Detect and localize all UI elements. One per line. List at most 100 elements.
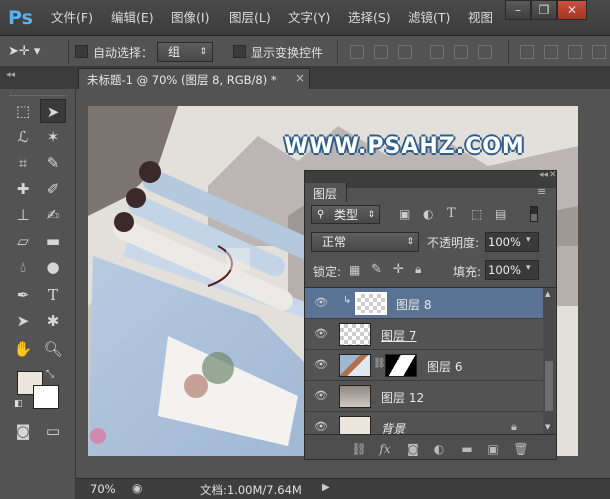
menu-file[interactable]: 文件(F) xyxy=(51,9,93,27)
restore-button[interactable]: ❐ xyxy=(531,0,557,20)
layer-name[interactable]: 图层 8 xyxy=(396,296,431,313)
healing-brush-icon[interactable]: ✚ xyxy=(10,177,36,201)
distribute-vcenter-icon[interactable] xyxy=(544,45,558,59)
link-layers-icon[interactable]: ⛓︎ xyxy=(351,442,367,456)
new-layer-icon[interactable]: ▣ xyxy=(485,442,501,456)
filter-smartobject-icon[interactable]: ▤ xyxy=(495,207,506,221)
close-panel-icon[interactable]: ✕ xyxy=(549,170,557,180)
layer-filter-dropdown[interactable]: ⚲ 类型 ⇕ xyxy=(311,205,380,224)
marquee-tool-icon[interactable]: ⬚ xyxy=(10,99,36,123)
align-left-icon[interactable] xyxy=(430,45,444,59)
add-mask-icon[interactable]: ◙ xyxy=(405,442,421,456)
lock-all-icon[interactable]: 🔒︎ xyxy=(415,262,421,277)
mask-link-icon[interactable]: ⛓︎ xyxy=(373,358,386,369)
menu-select[interactable]: 选择(S) xyxy=(348,9,391,27)
scrollbar-thumb[interactable] xyxy=(545,361,553,411)
menu-filter[interactable]: 滤镜(T) xyxy=(408,9,450,27)
document-tab[interactable]: 未标题-1 @ 70% (图层 8, RGB/8) * × xyxy=(78,68,310,89)
layer-row-12[interactable]: 👁︎ 图层 12 xyxy=(305,381,543,412)
fill-slider-arrow-icon[interactable]: ▾ xyxy=(526,263,531,273)
lock-pixels-icon[interactable]: ✎ xyxy=(371,262,382,277)
gradient-tool-icon[interactable]: ▬ xyxy=(40,229,66,253)
visibility-eye-icon[interactable]: 👁︎ xyxy=(313,358,329,372)
screen-mode-icon[interactable]: ▭ xyxy=(40,419,66,443)
layer-mask-thumbnail[interactable] xyxy=(385,354,417,377)
layers-tab[interactable]: 图层 xyxy=(305,183,347,202)
layer-name[interactable]: 图层 12 xyxy=(381,389,424,406)
visibility-eye-icon[interactable]: 👁︎ xyxy=(313,327,329,341)
eraser-tool-icon[interactable]: ▱ xyxy=(10,229,36,253)
blend-mode-dropdown[interactable]: 正常 ⇕ xyxy=(311,232,419,252)
close-tab-icon[interactable]: × xyxy=(295,71,305,85)
minimize-button[interactable]: – xyxy=(505,0,531,20)
layer-name[interactable]: 图层 7 xyxy=(381,327,416,344)
align-hcenter-icon[interactable] xyxy=(454,45,468,59)
crop-tool-icon[interactable]: ⌗ xyxy=(10,151,36,175)
visibility-eye-icon[interactable]: 👁︎ xyxy=(313,389,329,403)
visibility-eye-icon[interactable]: 👁︎ xyxy=(313,296,329,310)
opacity-field[interactable]: 100% ▾ xyxy=(485,232,539,252)
align-bottom-icon[interactable] xyxy=(398,45,412,59)
filter-shape-icon[interactable]: ⬚ xyxy=(471,207,482,221)
move-tool-preset-icon[interactable]: ➤✛ ▾ xyxy=(8,42,58,62)
distribute-top-icon[interactable] xyxy=(520,45,534,59)
show-transform-checkbox[interactable] xyxy=(233,45,246,58)
lock-position-icon[interactable]: ✛ xyxy=(393,262,404,277)
type-tool-icon[interactable]: T xyxy=(40,283,66,307)
panel-menu-icon[interactable]: ≡ xyxy=(537,185,546,198)
new-group-icon[interactable]: ▬ xyxy=(459,442,475,456)
dodge-tool-icon[interactable]: ● xyxy=(40,255,66,279)
layer-row-background[interactable]: 👁︎ 背景 🔒︎ xyxy=(305,412,543,434)
visibility-eye-icon[interactable]: 👁︎ xyxy=(313,420,329,434)
hand-tool-icon[interactable]: ✋ xyxy=(10,337,36,361)
zoom-level[interactable]: 70% xyxy=(90,482,116,496)
layer-row-8[interactable]: 👁︎ ↳ 图层 8 xyxy=(305,288,543,319)
filter-toggle-switch[interactable] xyxy=(530,206,538,222)
opacity-slider-arrow-icon[interactable]: ▾ xyxy=(526,235,531,245)
delete-layer-icon[interactable]: 🗑︎ xyxy=(513,442,529,456)
scroll-up-icon[interactable]: ▲ xyxy=(545,290,550,298)
swap-colors-icon[interactable]: ⤡ xyxy=(46,369,58,381)
custom-shape-icon[interactable]: ✱ xyxy=(40,309,66,333)
pen-tool-icon[interactable]: ✒ xyxy=(10,283,36,307)
adjustment-layer-icon[interactable]: ◐ xyxy=(431,442,447,456)
lock-transparent-icon[interactable]: ▦ xyxy=(349,263,360,277)
filter-type-icon[interactable]: T xyxy=(447,206,456,221)
align-right-icon[interactable] xyxy=(478,45,492,59)
filter-pixel-icon[interactable]: ▣ xyxy=(399,207,410,221)
layer-name[interactable]: 背景 xyxy=(381,420,405,434)
close-window-button[interactable]: ✕ xyxy=(557,0,587,20)
menu-edit[interactable]: 编辑(E) xyxy=(111,9,154,27)
collapse-panel-icon[interactable]: ◂◂ xyxy=(539,170,548,180)
magic-wand-icon[interactable]: ✶ xyxy=(40,125,66,149)
default-colors-icon[interactable]: ◧ xyxy=(14,399,24,409)
lasso-tool-icon[interactable]: ℒ xyxy=(10,125,36,149)
fill-field[interactable]: 100% ▾ xyxy=(485,260,539,280)
align-top-icon[interactable] xyxy=(350,45,364,59)
share-icon[interactable]: ◉ xyxy=(132,481,142,495)
quick-mask-icon[interactable]: ◙ xyxy=(10,419,36,443)
zoom-tool-icon[interactable]: 🔍︎ xyxy=(40,337,66,361)
menu-type[interactable]: 文字(Y) xyxy=(288,9,330,27)
menu-view[interactable]: 视图 xyxy=(468,9,493,27)
brush-tool-icon[interactable]: ✐ xyxy=(40,177,66,201)
fx-icon[interactable]: fx xyxy=(377,442,393,456)
menu-image[interactable]: 图像(I) xyxy=(171,9,209,27)
menu-layer[interactable]: 图层(L) xyxy=(229,9,271,27)
align-vcenter-icon[interactable] xyxy=(374,45,388,59)
path-selection-icon[interactable]: ➤ xyxy=(10,309,36,333)
scroll-down-icon[interactable]: ▼ xyxy=(545,423,550,431)
distribute-left-icon[interactable] xyxy=(592,45,606,59)
clone-stamp-icon[interactable]: ⊥ xyxy=(10,203,36,227)
move-tool-icon[interactable]: ➤ xyxy=(40,99,66,123)
collapse-panel-icon[interactable]: ◂◂ xyxy=(6,70,15,80)
layer-name[interactable]: 图层 6 xyxy=(427,358,462,375)
status-menu-arrow-icon[interactable]: ▶ xyxy=(322,482,330,493)
filter-adjustment-icon[interactable]: ◐ xyxy=(423,207,433,221)
distribute-bottom-icon[interactable] xyxy=(568,45,582,59)
history-brush-icon[interactable]: ✍ xyxy=(40,203,66,227)
layer-row-6[interactable]: 👁︎ ⛓︎ 图层 6 xyxy=(305,350,543,381)
eyedropper-icon[interactable]: ✎ xyxy=(40,151,66,175)
layer-list-scrollbar[interactable]: ▲ ▼ xyxy=(543,288,555,434)
background-color-swatch[interactable] xyxy=(33,385,59,409)
